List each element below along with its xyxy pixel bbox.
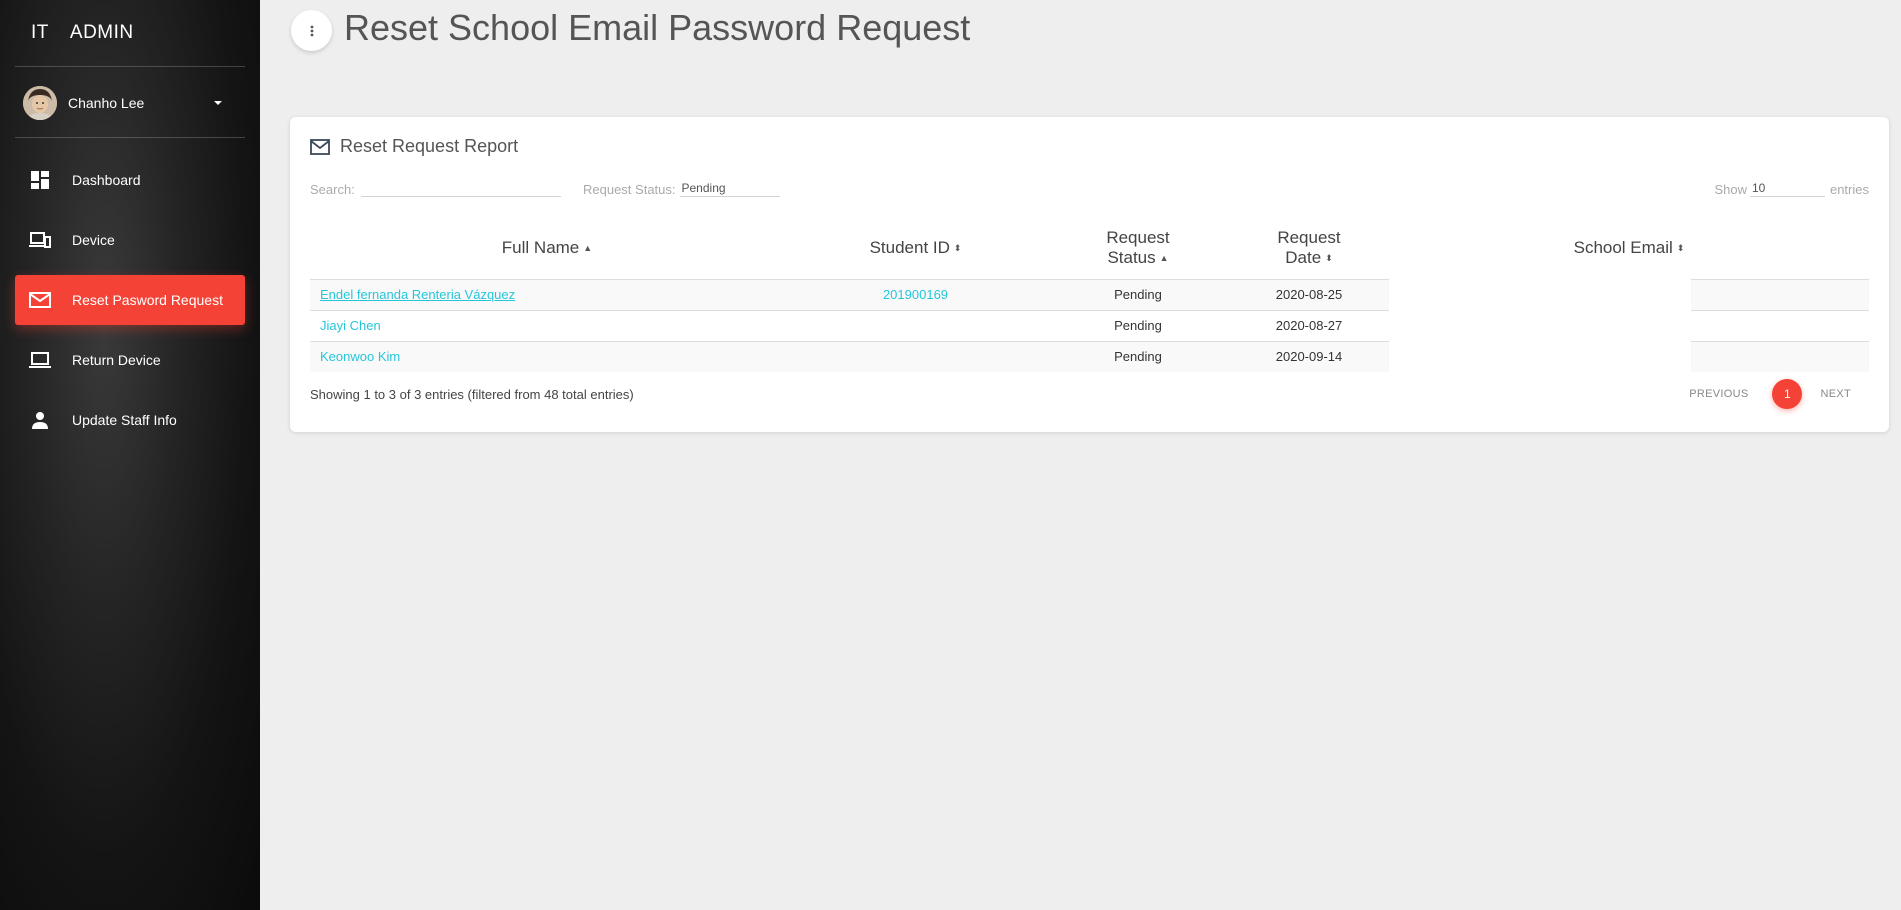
sidebar-item-label: Return Device [72,352,161,368]
table-row: Keonwoo Kim Pending 2020-09-14 [310,340,1869,372]
devices-icon [28,228,52,252]
request-date-cell: 2020-08-27 [1229,309,1389,341]
more-vert-icon [310,25,313,36]
sidebar-item-label: Dashboard [72,172,141,188]
sidebar: IT ADMIN Chanho Lee Dashboard Device Res… [0,0,260,910]
sidebar-item-reset-password[interactable]: Reset Pasword Request [15,275,245,325]
full-name-link[interactable]: Jiayi Chen [320,318,381,333]
sidebar-item-return-device[interactable]: Return Device [15,335,245,385]
chevron-down-icon[interactable] [214,101,222,105]
card-title: Reset Request Report [340,136,519,156]
previous-button[interactable]: PREVIOUS [1689,388,1748,400]
sort-asc-icon: ▲ [583,243,593,254]
full-name-link[interactable]: Endel fernanda Renteria Vázquez [320,287,515,302]
sort-icon: ⬍ [953,242,962,253]
search-filter: Search: [310,177,561,197]
sidebar-divider [15,66,245,67]
brand-left: IT [31,22,49,43]
pagination: PREVIOUS 1 NEXT [1689,379,1851,409]
requests-table: Full Name ▲ Student ID ⬍ Request Status ▲ Re… [310,217,1869,372]
request-status-cell: Pending [1047,340,1229,372]
entries-filter: Show 10 entries [1714,177,1869,197]
column-header-student-id[interactable]: Student ID ⬍ [784,217,1047,279]
status-filter: Request Status: Pending [583,177,780,197]
mail-icon [310,138,330,155]
school-email-cell [1691,278,1869,310]
column-header-request-date[interactable]: Request Date ⬍ [1229,217,1389,279]
full-name-link[interactable]: Keonwoo Kim [320,349,400,364]
entries-select[interactable]: 10 [1749,177,1825,197]
show-label: Show [1714,182,1747,197]
column-header-school-email[interactable]: School Email ⬍ [1389,217,1869,279]
next-button[interactable]: NEXT [1820,388,1851,400]
sort-icon: ⬍ [1676,242,1685,253]
sort-icon: ⬍ [1325,252,1333,263]
dashboard-icon [28,168,52,192]
sidebar-item-device[interactable]: Device [15,215,245,265]
sort-asc-icon: ▲ [1159,253,1169,264]
report-card: Reset Request Report Search: Request Sta… [290,117,1889,432]
column-header-request-status[interactable]: Request Status ▲ [1047,217,1229,279]
avatar [23,86,57,120]
sidebar-item-update-staff[interactable]: Update Staff Info [15,395,245,445]
sidebar-nav: Dashboard Device Reset Pasword Request R… [15,155,245,455]
table-header-row: Full Name ▲ Student ID ⬍ Request Status ▲ Re… [310,217,1869,279]
status-input[interactable]: Pending [679,177,780,197]
sidebar-divider [15,137,245,138]
laptop-icon [28,348,52,372]
table-row: Jiayi Chen Pending 2020-08-27 [310,309,1869,341]
request-date-cell: 2020-08-25 [1229,278,1389,310]
sidebar-item-dashboard[interactable]: Dashboard [15,155,245,205]
user-name: Chanho Lee [68,95,145,111]
entries-label: entries [1829,182,1869,197]
sidebar-item-label: Device [72,232,115,248]
search-label: Search: [310,182,355,197]
table-info: Showing 1 to 3 of 3 entries (filtered fr… [310,387,634,402]
table-row: Endel fernanda Renteria Vázquez 20190016… [310,278,1869,310]
brand-logo[interactable]: IT ADMIN [0,0,260,66]
table-filters: Search: Request Status: Pending Show 10 … [310,177,1869,199]
request-date-cell: 2020-09-14 [1229,340,1389,372]
mail-icon [28,288,52,312]
student-id-link[interactable]: 201900169 [883,287,948,302]
sidebar-item-label: Reset Pasword Request [72,292,223,308]
status-label: Request Status: [583,182,676,197]
brand-right: ADMIN [69,22,134,43]
search-input[interactable] [360,177,561,197]
school-email-cell [1691,340,1869,372]
page-title: Reset School Email Password Request [344,7,971,48]
sidebar-item-label: Update Staff Info [72,412,177,428]
card-header: Reset Request Report [310,136,518,157]
school-email-cell [1691,309,1869,341]
more-vert-button[interactable] [291,10,332,51]
user-menu[interactable]: Chanho Lee [23,86,222,120]
page-button-current[interactable]: 1 [1772,379,1803,409]
column-header-full-name[interactable]: Full Name ▲ [310,217,784,279]
request-status-cell: Pending [1047,309,1229,341]
request-status-cell: Pending [1047,278,1229,310]
person-icon [28,408,52,432]
